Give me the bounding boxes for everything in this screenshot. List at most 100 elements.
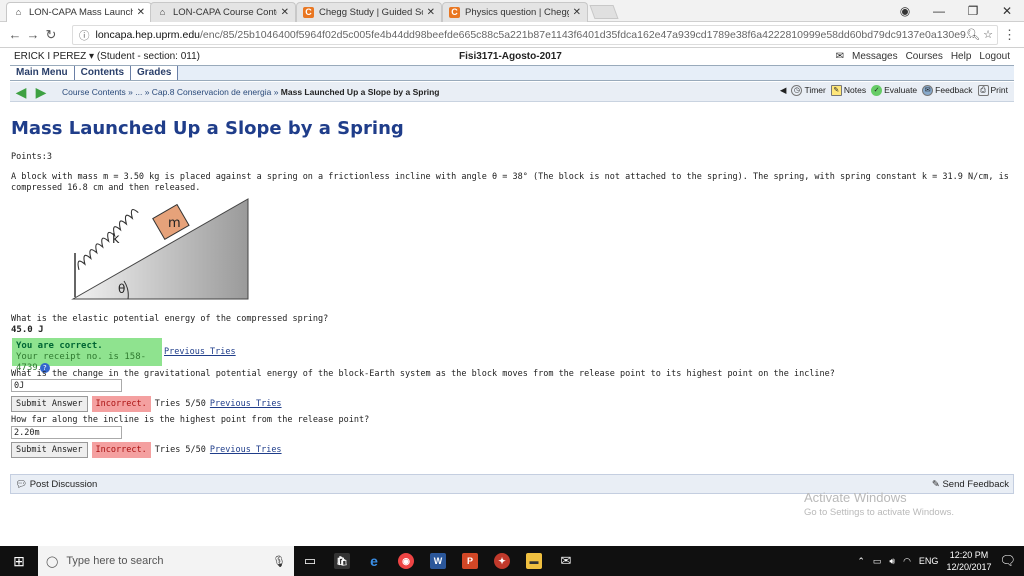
windows-start-icon[interactable]: ⊞	[0, 546, 38, 576]
answer-2-input[interactable]: 0J	[11, 379, 122, 392]
close-icon[interactable]: ✕	[281, 7, 289, 18]
browser-tab-strip: ⌂ LON-CAPA Mass Launche ✕ ⌂ LON-CAPA Cou…	[0, 0, 1024, 22]
tool-timer[interactable]: ◷ Timer	[791, 85, 826, 97]
loncapa-header: ERICK I PEREZ ▾ (Student - section: 011)…	[0, 49, 1024, 65]
clock[interactable]: 12:20 PM 12/20/2017	[946, 549, 991, 573]
tab-physics-question-chegg[interactable]: C Physics question | Chegg ✕	[442, 2, 588, 22]
content-nav-bar: ◀ ▶ Course Contents » ... » Cap.8 Conser…	[10, 82, 1014, 102]
language-indicator[interactable]: ENG	[919, 556, 939, 566]
loncapa-favicon-icon: ⌂	[15, 7, 22, 17]
spring-coil	[77, 208, 139, 271]
bookmark-star-icon[interactable]: ☆	[983, 29, 993, 41]
collapse-arrow-icon[interactable]: ◀	[780, 85, 787, 96]
question-3: How far along the incline is the highest…	[11, 415, 370, 425]
link-logout[interactable]: Logout	[979, 51, 1010, 62]
notifications-icon[interactable]: 🗨︎	[999, 553, 1016, 569]
answer-3-input[interactable]: 2.20m	[11, 426, 122, 439]
main-menu-bar: Main Menu Contents Grades	[10, 65, 1014, 81]
post-discussion-link[interactable]: 💬︎ Post Discussion	[15, 479, 97, 490]
microphone-icon[interactable]: 🎙︎	[272, 555, 286, 568]
menu-contents[interactable]: Contents	[74, 66, 132, 80]
tool-print[interactable]: ⎙ Print	[977, 85, 1008, 97]
tool-links: ◀ ◷ Timer ✎ Notes ✓ Evaluate ✉ Feedback ⎙ Pri…	[780, 85, 1008, 97]
previous-tries-link-2[interactable]: Previous Tries	[210, 399, 282, 409]
reload-icon[interactable]: ↻	[42, 27, 60, 43]
answer-2-submit-row: Submit Answer Incorrect. Tries 5/50 Prev…	[11, 396, 282, 412]
volume-icon[interactable]: 🔊︎	[889, 556, 895, 567]
notes-icon: ✎	[830, 85, 842, 97]
back-icon[interactable]: ←	[6, 27, 24, 42]
tries-count-3: Tries 5/50	[154, 445, 206, 455]
tab-lon-capa-mass-launched[interactable]: ⌂ LON-CAPA Mass Launche ✕	[6, 2, 152, 22]
app-red-icon[interactable]: ✦	[486, 546, 518, 576]
tries-count-2: Tries 5/50	[154, 399, 206, 409]
user-info[interactable]: ERICK I PEREZ ▾ (Student - section: 011)	[14, 51, 200, 62]
store-icon[interactable]: 🛍︎	[326, 546, 358, 576]
menu-main-menu[interactable]: Main Menu	[10, 66, 75, 80]
tool-evaluate[interactable]: ✓ Evaluate	[871, 85, 917, 97]
answer-3-submit-row: Submit Answer Incorrect. Tries 5/50 Prev…	[11, 442, 282, 458]
info-icon: ⓘ	[79, 29, 90, 42]
close-icon[interactable]: ✕	[137, 7, 145, 18]
angle-label: θ	[118, 282, 125, 296]
next-arrow-icon[interactable]: ▶	[32, 85, 50, 99]
menu-grades[interactable]: Grades	[131, 66, 179, 80]
chrome-icon[interactable]: ◉	[390, 546, 422, 576]
mail-icon[interactable]: ✉	[550, 546, 582, 576]
problem-text: A block with mass m = 3.50 kg is placed …	[11, 172, 1009, 193]
spring-constant-label: k	[112, 232, 120, 247]
link-help[interactable]: Help	[951, 51, 972, 62]
question-1: What is the elastic potential energy of …	[11, 314, 329, 324]
correct-title: You are correct.	[16, 341, 103, 351]
minimize-icon[interactable]: —	[922, 4, 956, 18]
breadcrumb-chapter[interactable]: ... » Cap.8 Conservacion de energia »	[135, 87, 278, 97]
file-explorer-icon[interactable]: ▬	[518, 546, 550, 576]
problem-title: Mass Launched Up a Slope by a Spring	[11, 118, 404, 139]
question-2: What is the change in the gravitational …	[11, 369, 835, 379]
forward-icon[interactable]: →	[24, 27, 42, 42]
tool-notes[interactable]: ✎ Notes	[830, 85, 866, 97]
course-name: Fisi3171-Agosto-2017	[459, 51, 562, 62]
feedback-icon: ✉	[922, 85, 934, 97]
search-circle-icon: ◯	[46, 555, 59, 568]
timer-icon: ◷	[791, 85, 803, 97]
url-field[interactable]: ⓘ loncapa.hep.uprm.edu/enc/85/25b1046400…	[72, 25, 998, 45]
previous-tries-link-1[interactable]: Previous Tries	[164, 347, 236, 357]
previous-arrow-icon[interactable]: ◀	[12, 85, 30, 99]
tool-feedback[interactable]: ✉ Feedback	[922, 85, 973, 97]
taskbar-search-box[interactable]: ◯ Type here to search 🎙︎	[38, 546, 294, 576]
submit-answer-button-2[interactable]: Submit Answer	[11, 396, 88, 412]
send-feedback-link[interactable]: ✎ Send Feedback	[932, 479, 1009, 490]
window-close-icon[interactable]: ✕	[990, 4, 1024, 18]
link-courses[interactable]: Courses	[906, 51, 943, 62]
word-icon[interactable]: W	[422, 546, 454, 576]
previous-tries-link-3[interactable]: Previous Tries	[210, 445, 282, 455]
address-bar-row: ← → ↻ ⓘ loncapa.hep.uprm.edu/enc/85/25b1…	[0, 22, 1024, 48]
powerpoint-icon[interactable]: P	[454, 546, 486, 576]
answer-1-value: 45.0 J	[11, 325, 44, 335]
windows-taskbar: ⊞ ◯ Type here to search 🎙︎ ▭ 🛍︎ e ◉ W P …	[0, 546, 1024, 576]
task-view-icon[interactable]: ▭	[294, 546, 326, 576]
incorrect-badge-2: Incorrect.	[91, 396, 151, 412]
restore-icon[interactable]: ❐	[956, 4, 990, 18]
profile-icon[interactable]: ◉	[888, 4, 922, 18]
edge-icon[interactable]: e	[358, 546, 390, 576]
evaluate-icon: ✓	[871, 85, 883, 97]
zoom-icon[interactable]: 🔍︎	[966, 29, 980, 41]
wifi-icon[interactable]: ◠	[903, 556, 911, 567]
battery-icon[interactable]: ▭	[873, 556, 882, 567]
close-icon[interactable]: ✕	[573, 7, 581, 18]
breadcrumb-course-contents[interactable]: Course Contents »	[62, 87, 133, 97]
points-label: Points:3	[11, 152, 52, 162]
browser-menu-icon[interactable]: ⋮	[1003, 27, 1016, 43]
tab-lon-capa-course-contents[interactable]: ⌂ LON-CAPA Course Conte ✕	[150, 2, 296, 22]
link-messages[interactable]: Messages	[852, 51, 898, 62]
system-tray: ⌃ ▭ 🔊︎ ◠ ENG 12:20 PM 12/20/2017 🗨︎	[857, 546, 1024, 576]
submit-answer-button-3[interactable]: Submit Answer	[11, 442, 88, 458]
new-tab-button[interactable]	[589, 5, 619, 19]
close-icon[interactable]: ✕	[427, 7, 435, 18]
tab-chegg-study[interactable]: C Chegg Study | Guided So ✕	[296, 2, 442, 22]
mass-label: m	[168, 216, 181, 231]
tray-chevron-icon[interactable]: ⌃	[857, 556, 865, 567]
loncapa-favicon-icon: ⌂	[159, 7, 166, 17]
